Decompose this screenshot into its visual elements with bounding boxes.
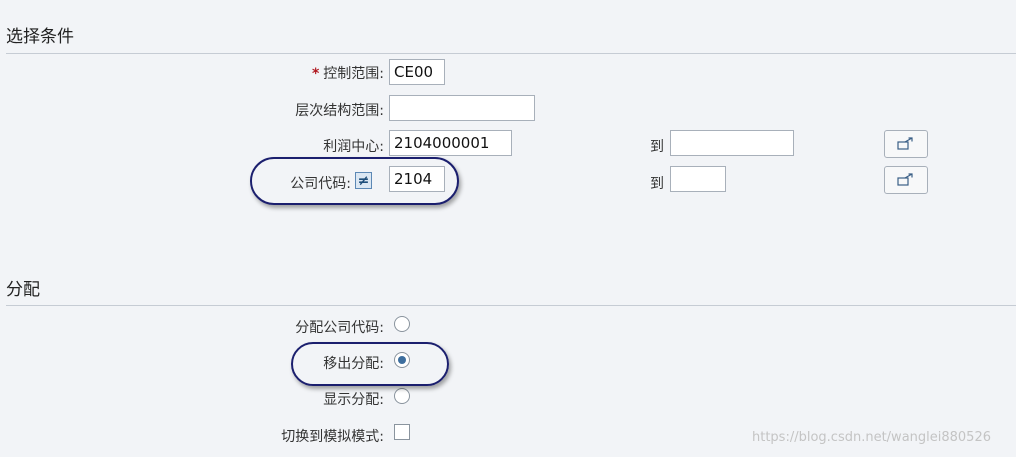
control-area-label: * 控制范围:	[311, 66, 384, 82]
highlight-ring-company-code	[250, 157, 459, 205]
profit-center-multiple-selection-button[interactable]	[884, 130, 928, 158]
highlight-ring-move-out	[291, 342, 449, 386]
profit-center-to-label: 到	[650, 139, 664, 155]
assign-company-code-radio[interactable]	[394, 316, 410, 332]
profit-center-label: 利润中心:	[323, 139, 384, 155]
hierarchy-area-label: 层次结构范围:	[295, 103, 384, 119]
show-assignment-label: 显示分配:	[323, 392, 384, 408]
section-title-selection: 选择条件	[6, 27, 74, 47]
section-divider	[6, 305, 1016, 306]
company-code-to-input[interactable]	[670, 166, 726, 192]
profit-center-from-input[interactable]: 2104000001	[389, 130, 512, 156]
watermark-text: https://blog.csdn.net/wanglei880526	[752, 430, 991, 445]
simulation-mode-checkbox[interactable]	[394, 424, 410, 440]
profit-center-to-input[interactable]	[670, 130, 794, 156]
section-divider	[6, 53, 1016, 54]
multiple-selection-icon	[897, 137, 913, 150]
multiple-selection-icon	[897, 173, 913, 186]
show-assignment-radio[interactable]	[394, 388, 410, 404]
hierarchy-area-input[interactable]	[389, 95, 535, 121]
company-code-multiple-selection-button[interactable]	[884, 166, 928, 194]
assign-company-code-label: 分配公司代码:	[295, 320, 384, 336]
company-code-to-label: 到	[650, 176, 664, 192]
section-title-assignment: 分配	[6, 280, 40, 300]
control-area-input[interactable]: CE00	[389, 59, 445, 85]
simulation-mode-label: 切换到模拟模式:	[281, 429, 384, 445]
required-marker: *	[311, 66, 320, 82]
